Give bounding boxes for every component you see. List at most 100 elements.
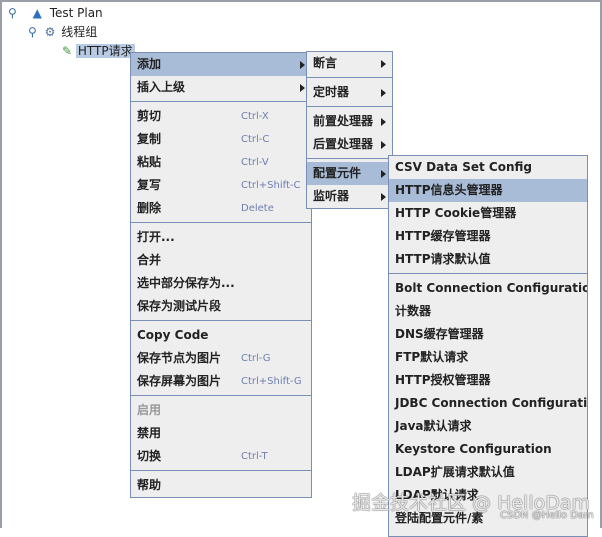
menu-item[interactable]: 合并 <box>131 249 311 272</box>
menu-separator <box>131 320 311 321</box>
menu-item-label: 计数器 <box>395 304 432 318</box>
flask-icon: ▲ <box>32 6 42 20</box>
menu-item[interactable]: 计数器 <box>389 300 587 323</box>
shortcut-label: Ctrl+Shift-G <box>241 376 302 387</box>
tree-node-test-plan[interactable]: ⚲ ▲ Test Plan <box>8 4 103 22</box>
menu-item[interactable]: 监听器 <box>307 185 392 208</box>
menu-item-label: 删除 <box>137 201 162 215</box>
menu-item-label: LDAP扩展请求默认值 <box>395 465 515 479</box>
menu-item-label: 启用 <box>137 403 162 417</box>
menu-item-label: 保存屏幕为图片 <box>137 374 222 388</box>
shortcut-label: Ctrl+Shift-C <box>241 180 301 191</box>
tree-node-label: HTTP请求 <box>75 44 135 58</box>
menu-item-label: HTTP Cookie管理器 <box>395 206 517 220</box>
menu-item[interactable]: 断言 <box>307 52 392 75</box>
menu-item-label: 定时器 <box>313 85 350 99</box>
menu-item[interactable]: 帮助 <box>131 474 311 497</box>
menu-item-label: 复制 <box>137 132 162 146</box>
menu-item-label: Java默认请求 <box>395 419 472 433</box>
menu-item[interactable]: DNS缓存管理器 <box>389 323 587 346</box>
menu-separator <box>131 395 311 396</box>
menu-item-label: 切换 <box>137 449 162 463</box>
tree-node-thread-group[interactable]: ⚲ ⚙ 线程组 <box>28 23 97 41</box>
tree-node-http-request[interactable]: ✎ HTTP请求 <box>62 42 135 60</box>
menu-item[interactable]: 复写 Ctrl+Shift-C <box>131 174 311 197</box>
menu-item-label: 复写 <box>137 178 162 192</box>
submenu-arrow-icon <box>381 89 386 97</box>
menu-item[interactable]: Bolt Connection Configuration <box>389 277 587 300</box>
submenu-arrow-icon <box>381 193 386 201</box>
menu-separator <box>307 77 392 78</box>
shortcut-label: Ctrl-C <box>241 134 270 145</box>
menu-separator <box>131 222 311 223</box>
menu-item-label: Keystore Configuration <box>395 442 552 456</box>
menu-item-label: DNS缓存管理器 <box>395 327 484 341</box>
menu-item[interactable]: 粘贴 Ctrl-V <box>131 151 311 174</box>
submenu-arrow-icon <box>381 60 386 68</box>
menu-item[interactable]: JDBC Connection Configuration <box>389 392 587 415</box>
menu-item[interactable]: HTTP授权管理器 <box>389 369 587 392</box>
menu-item-label: 插入上级 <box>137 80 186 94</box>
menu-item[interactable]: 定时器 <box>307 81 392 104</box>
expand-handle-icon[interactable]: ⚲ <box>8 6 17 20</box>
menu-item[interactable]: 前置处理器 <box>307 110 392 133</box>
menu-item-label: 剪切 <box>137 109 162 123</box>
menu-item-label: Copy Code <box>137 328 209 342</box>
menu-item[interactable]: 后置处理器 <box>307 133 392 156</box>
submenu-arrow-icon <box>300 61 305 69</box>
menu-item-label: Bolt Connection Configuration <box>395 281 588 295</box>
shortcut-label: Ctrl-X <box>241 111 269 122</box>
menu-item[interactable]: HTTP Cookie管理器 <box>389 202 587 225</box>
menu-item-label: HTTP授权管理器 <box>395 373 491 387</box>
menu-item-label: 打开... <box>137 230 175 244</box>
menu-item[interactable]: 切换 Ctrl-T <box>131 445 311 468</box>
menu-item[interactable]: HTTP请求默认值 <box>389 248 587 271</box>
tree-node-label: Test Plan <box>49 6 103 20</box>
menu-item[interactable]: 添加 <box>131 53 311 76</box>
menu-item[interactable]: 删除 Delete <box>131 197 311 220</box>
menu-item[interactable]: 复制 Ctrl-C <box>131 128 311 151</box>
shortcut-label: Ctrl-G <box>241 353 271 364</box>
menu-item[interactable]: 保存为测试片段 <box>131 295 311 318</box>
menu-item[interactable]: Copy Code <box>131 324 311 347</box>
pipette-icon: ✎ <box>62 44 73 58</box>
menu-item[interactable]: FTP默认请求 <box>389 346 587 369</box>
menu-item[interactable]: 插入上级 <box>131 76 311 99</box>
menu-separator <box>389 273 587 274</box>
menu-item-label: 合并 <box>137 253 162 267</box>
menu-item[interactable]: 配置元件 <box>307 162 392 185</box>
menu-item[interactable]: HTTP信息头管理器 <box>389 179 587 202</box>
menu-item[interactable]: LDAP扩展请求默认值 <box>389 461 587 484</box>
menu-item-label: 保存为测试片段 <box>137 299 222 313</box>
menu-separator <box>307 106 392 107</box>
menu-item[interactable]: CSV Data Set Config <box>389 156 587 179</box>
menu-item[interactable]: 保存屏幕为图片 Ctrl+Shift-G <box>131 370 311 393</box>
menu-item-label: HTTP信息头管理器 <box>395 183 503 197</box>
config-element-submenu: CSV Data Set Config HTTP信息头管理器 HTTP Cookie… <box>388 155 588 537</box>
menu-separator <box>131 470 311 471</box>
menu-item-label: JDBC Connection Configuration <box>395 396 588 410</box>
menu-item-label: 监听器 <box>313 189 350 203</box>
menu-item-label: 后置处理器 <box>313 137 374 151</box>
menu-item[interactable]: HTTP缓存管理器 <box>389 225 587 248</box>
menu-item[interactable]: 启用 <box>131 399 311 422</box>
menu-item[interactable]: 剪切 Ctrl-X <box>131 105 311 128</box>
add-submenu: 断言定时器前置处理器后置处理器配置元件监听器 <box>306 51 393 209</box>
menu-item-label: CSV Data Set Config <box>395 160 532 174</box>
tree-node-label: 线程组 <box>61 25 98 39</box>
shortcut-label: Delete <box>241 203 274 214</box>
menu-item-label: 粘贴 <box>137 155 162 169</box>
shortcut-label: Ctrl-T <box>241 451 268 462</box>
submenu-arrow-icon <box>300 84 305 92</box>
context-menu: 添加插入上级剪切 Ctrl-X 复制 Ctrl-C 粘贴 Ctrl-V 复写 Ctrl+Shi… <box>130 52 312 498</box>
menu-item-label: 保存节点为图片 <box>137 351 222 365</box>
expand-handle-icon[interactable]: ⚲ <box>28 25 37 39</box>
menu-item[interactable]: Java默认请求 <box>389 415 587 438</box>
menu-item[interactable]: 选中部分保存为... <box>131 272 311 295</box>
gear-icon: ⚙ <box>44 25 56 39</box>
menu-item[interactable]: 保存节点为图片 Ctrl-G <box>131 347 311 370</box>
menu-item[interactable]: 禁用 <box>131 422 311 445</box>
menu-item[interactable]: 打开... <box>131 226 311 249</box>
shortcut-label: Ctrl-V <box>241 157 269 168</box>
menu-item[interactable]: Keystore Configuration <box>389 438 587 461</box>
